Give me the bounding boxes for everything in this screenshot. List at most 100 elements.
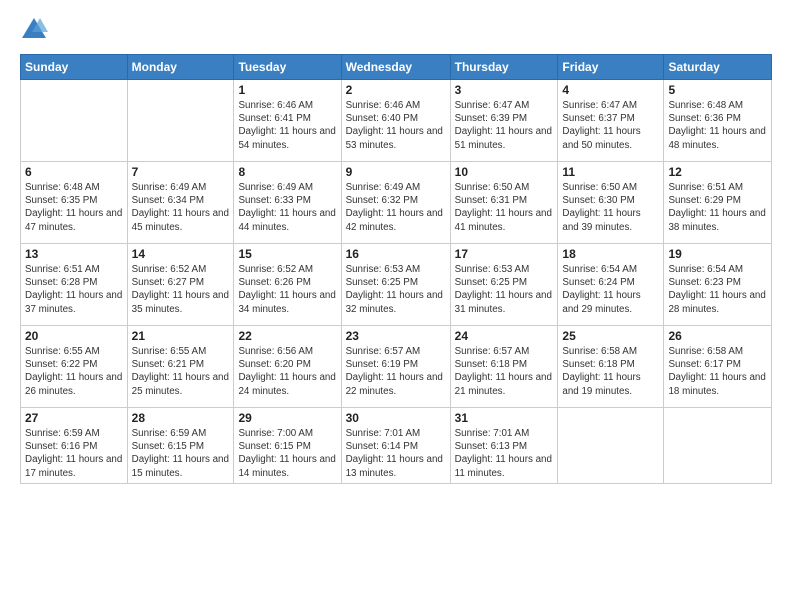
day-cell: 2Sunrise: 6:46 AM Sunset: 6:40 PM Daylig… [341,80,450,162]
day-number: 8 [238,165,336,179]
day-number: 29 [238,411,336,425]
day-number: 11 [562,165,659,179]
day-cell: 19 Sunrise: 6:54 AM Sunset: 6:23 PM Dayli… [664,244,772,326]
day-info: Sunrise: 6:52 AM Sunset: 6:27 PM Dayligh… [132,263,230,316]
day-cell: 30 Sunrise: 7:01 AM Sunset: 6:14 PM Dayli… [341,408,450,484]
day-cell: 18Sunrise: 6:54 AM Sunset: 6:24 PM Dayli… [558,244,664,326]
day-number: 31 [455,411,554,425]
day-number: 26 [668,329,767,343]
day-number: 15 [238,247,336,261]
day-cell: 27Sunrise: 6:59 AM Sunset: 6:16 PM Dayli… [21,408,128,484]
day-cell: 29 Sunrise: 7:00 AM Sunset: 6:15 PM Dayli… [234,408,341,484]
day-number: 24 [455,329,554,343]
day-number: 30 [346,411,446,425]
week-row: 27Sunrise: 6:59 AM Sunset: 6:16 PM Dayli… [21,408,772,484]
day-info: Sunrise: 6:55 AM Sunset: 6:22 PM Dayligh… [25,345,123,398]
day-cell: 8 Sunrise: 6:49 AM Sunset: 6:33 PM Daylig… [234,162,341,244]
header-cell-friday: Friday [558,55,664,80]
day-number: 14 [132,247,230,261]
day-info: Sunrise: 6:57 AM Sunset: 6:18 PM Dayligh… [455,345,554,398]
day-number: 4 [562,83,659,97]
day-info: Sunrise: 6:53 AM Sunset: 6:25 PM Dayligh… [346,263,446,316]
day-info: Sunrise: 6:49 AM Sunset: 6:33 PM Dayligh… [238,181,336,234]
day-info: Sunrise: 7:01 AM Sunset: 6:14 PM Dayligh… [346,427,446,480]
header [20,16,772,44]
calendar-header: SundayMondayTuesdayWednesdayThursdayFrid… [21,55,772,80]
day-info: Sunrise: 6:59 AM Sunset: 6:15 PM Dayligh… [132,427,230,480]
day-number: 5 [668,83,767,97]
day-info: Sunrise: 6:58 AM Sunset: 6:17 PM Dayligh… [668,345,767,398]
day-cell: 5 Sunrise: 6:48 AM Sunset: 6:36 PM Daylig… [664,80,772,162]
calendar-body: 1 Sunrise: 6:46 AM Sunset: 6:41 PM Daylig… [21,80,772,484]
day-cell [21,80,128,162]
day-info: Sunrise: 6:50 AM Sunset: 6:31 PM Dayligh… [455,181,554,234]
day-number: 25 [562,329,659,343]
page: SundayMondayTuesdayWednesdayThursdayFrid… [0,0,792,612]
day-number: 16 [346,247,446,261]
day-number: 20 [25,329,123,343]
day-cell: 14 Sunrise: 6:52 AM Sunset: 6:27 PM Dayli… [127,244,234,326]
day-cell: 31 Sunrise: 7:01 AM Sunset: 6:13 PM Dayli… [450,408,558,484]
header-row: SundayMondayTuesdayWednesdayThursdayFrid… [21,55,772,80]
day-cell: 22 Sunrise: 6:56 AM Sunset: 6:20 PM Dayli… [234,326,341,408]
day-cell: 12Sunrise: 6:51 AM Sunset: 6:29 PM Dayli… [664,162,772,244]
day-cell: 25 Sunrise: 6:58 AM Sunset: 6:18 PM Dayli… [558,326,664,408]
day-cell: 21Sunrise: 6:55 AM Sunset: 6:21 PM Dayli… [127,326,234,408]
day-number: 17 [455,247,554,261]
day-info: Sunrise: 6:52 AM Sunset: 6:26 PM Dayligh… [238,263,336,316]
day-number: 9 [346,165,446,179]
day-cell [127,80,234,162]
day-info: Sunrise: 6:48 AM Sunset: 6:35 PM Dayligh… [25,181,123,234]
day-cell: 6 Sunrise: 6:48 AM Sunset: 6:35 PM Daylig… [21,162,128,244]
day-info: Sunrise: 7:01 AM Sunset: 6:13 PM Dayligh… [455,427,554,480]
day-cell: 3 Sunrise: 6:47 AM Sunset: 6:39 PM Daylig… [450,80,558,162]
week-row: 20 Sunrise: 6:55 AM Sunset: 6:22 PM Dayli… [21,326,772,408]
day-cell: 16 Sunrise: 6:53 AM Sunset: 6:25 PM Dayli… [341,244,450,326]
day-number: 28 [132,411,230,425]
day-info: Sunrise: 6:50 AM Sunset: 6:30 PM Dayligh… [562,181,659,234]
day-number: 7 [132,165,230,179]
week-row: 13 Sunrise: 6:51 AM Sunset: 6:28 PM Dayli… [21,244,772,326]
day-cell: 23Sunrise: 6:57 AM Sunset: 6:19 PM Dayli… [341,326,450,408]
header-cell-sunday: Sunday [21,55,128,80]
day-info: Sunrise: 6:47 AM Sunset: 6:39 PM Dayligh… [455,99,554,152]
day-info: Sunrise: 7:00 AM Sunset: 6:15 PM Dayligh… [238,427,336,480]
day-number: 22 [238,329,336,343]
week-row: 6 Sunrise: 6:48 AM Sunset: 6:35 PM Daylig… [21,162,772,244]
day-info: Sunrise: 6:49 AM Sunset: 6:32 PM Dayligh… [346,181,446,234]
day-number: 6 [25,165,123,179]
day-cell: 20 Sunrise: 6:55 AM Sunset: 6:22 PM Dayli… [21,326,128,408]
day-number: 1 [238,83,336,97]
header-cell-monday: Monday [127,55,234,80]
day-info: Sunrise: 6:55 AM Sunset: 6:21 PM Dayligh… [132,345,230,398]
day-info: Sunrise: 6:54 AM Sunset: 6:23 PM Dayligh… [668,263,767,316]
day-cell: 26 Sunrise: 6:58 AM Sunset: 6:17 PM Dayli… [664,326,772,408]
day-number: 3 [455,83,554,97]
day-info: Sunrise: 6:56 AM Sunset: 6:20 PM Dayligh… [238,345,336,398]
day-cell: 13 Sunrise: 6:51 AM Sunset: 6:28 PM Dayli… [21,244,128,326]
day-cell: 7Sunrise: 6:49 AM Sunset: 6:34 PM Daylig… [127,162,234,244]
day-number: 23 [346,329,446,343]
day-info: Sunrise: 6:59 AM Sunset: 6:16 PM Dayligh… [25,427,123,480]
day-info: Sunrise: 6:51 AM Sunset: 6:28 PM Dayligh… [25,263,123,316]
day-number: 18 [562,247,659,261]
header-cell-tuesday: Tuesday [234,55,341,80]
day-cell: 4Sunrise: 6:47 AM Sunset: 6:37 PM Daylig… [558,80,664,162]
day-cell: 10Sunrise: 6:50 AM Sunset: 6:31 PM Dayli… [450,162,558,244]
day-number: 13 [25,247,123,261]
day-cell: 17 Sunrise: 6:53 AM Sunset: 6:25 PM Dayli… [450,244,558,326]
day-cell: 11 Sunrise: 6:50 AM Sunset: 6:30 PM Dayli… [558,162,664,244]
day-cell [664,408,772,484]
calendar-table: SundayMondayTuesdayWednesdayThursdayFrid… [20,54,772,484]
logo-icon [20,16,48,44]
day-cell: 15 Sunrise: 6:52 AM Sunset: 6:26 PM Dayli… [234,244,341,326]
day-info: Sunrise: 6:46 AM Sunset: 6:41 PM Dayligh… [238,99,336,152]
week-row: 1 Sunrise: 6:46 AM Sunset: 6:41 PM Daylig… [21,80,772,162]
day-cell: 28 Sunrise: 6:59 AM Sunset: 6:15 PM Dayli… [127,408,234,484]
day-info: Sunrise: 6:53 AM Sunset: 6:25 PM Dayligh… [455,263,554,316]
day-info: Sunrise: 6:58 AM Sunset: 6:18 PM Dayligh… [562,345,659,398]
day-number: 19 [668,247,767,261]
day-info: Sunrise: 6:48 AM Sunset: 6:36 PM Dayligh… [668,99,767,152]
day-cell: 1 Sunrise: 6:46 AM Sunset: 6:41 PM Daylig… [234,80,341,162]
day-cell: 24 Sunrise: 6:57 AM Sunset: 6:18 PM Dayli… [450,326,558,408]
